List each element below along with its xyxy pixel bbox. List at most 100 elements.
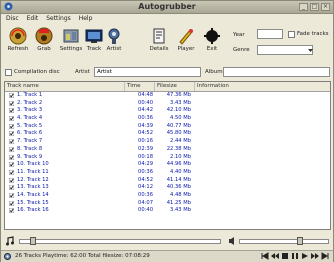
track-filesize: 41.14 Mb: [166, 176, 191, 183]
details-button[interactable]: Details: [146, 26, 172, 53]
track-name: 3. Track 3: [17, 107, 43, 114]
track-row[interactable]: 2. Track 2 00:40 3.43 Mb: [5, 100, 330, 108]
track-name: 5. Track 5: [17, 122, 43, 129]
track-rows: 1. Track 1 04:48 47.36 Mb 2. Track 2 00:40 3.…: [5, 92, 330, 215]
track-filesize: 40.36 Mb: [166, 184, 191, 191]
volume-slider[interactable]: [239, 237, 329, 245]
track-time: 00:36: [138, 115, 153, 122]
previous-icon[interactable]: [261, 252, 269, 260]
track-row[interactable]: 10. Track 10 04:29 44.96 Mb: [5, 161, 330, 169]
track-name: 10. Track 10: [17, 161, 49, 168]
track-row[interactable]: 3. Track 3 04:42 42.10 Mb: [5, 107, 330, 115]
title-bar[interactable]: Autogrubber _ □ ×: [1, 1, 333, 14]
track-filesize: 3.43 Mb: [170, 99, 191, 106]
track-time: 04:52: [138, 176, 153, 183]
checkmark-icon[interactable]: [9, 200, 14, 206]
rewind-icon[interactable]: [271, 252, 279, 260]
speaker-icon[interactable]: [228, 236, 236, 246]
position-slider-thumb[interactable]: [29, 237, 36, 245]
pause-icon[interactable]: [291, 252, 299, 260]
artist-button[interactable]: Artist: [101, 26, 127, 53]
checkmark-icon[interactable]: [9, 131, 14, 137]
artist-label: Artist: [75, 69, 90, 75]
maximize-button[interactable]: □: [310, 3, 319, 11]
checkmark-icon[interactable]: [9, 100, 14, 106]
track-filesize: 44.96 Mb: [166, 161, 191, 168]
player-button[interactable]: Player: [173, 26, 199, 53]
fast-forward-icon[interactable]: [311, 252, 319, 260]
next-icon[interactable]: [321, 252, 329, 260]
column-track-name[interactable]: Track name: [5, 82, 125, 91]
checkmark-icon[interactable]: [9, 139, 14, 145]
checkmark-icon[interactable]: [9, 177, 14, 183]
track-time: 04:48: [138, 92, 153, 98]
track-name: 15. Track 15: [17, 199, 49, 206]
artist-field[interactable]: Artist: [94, 67, 201, 77]
track-row[interactable]: 13. Track 13 04:12 40.36 Mb: [5, 184, 330, 192]
track-row[interactable]: 7. Track 7 00:16 2.44 Mb: [5, 138, 330, 146]
year-field[interactable]: [257, 29, 283, 39]
column-information[interactable]: Information: [195, 82, 330, 91]
checkmark-icon[interactable]: [9, 169, 14, 175]
position-slider[interactable]: [19, 237, 221, 245]
menu-settings[interactable]: Settings: [43, 14, 74, 24]
checkmark-icon[interactable]: [9, 116, 14, 122]
track-time: 04:29: [138, 161, 153, 168]
minimize-button[interactable]: _: [299, 3, 308, 11]
track-name: 4. Track 4: [17, 115, 43, 122]
menu-help[interactable]: Help: [76, 14, 96, 24]
album-field[interactable]: [223, 67, 330, 77]
genre-select[interactable]: [257, 45, 313, 55]
compilation-disc-checkbox[interactable]: [5, 69, 12, 76]
play-icon[interactable]: [301, 252, 309, 260]
track-name: 13. Track 13: [17, 184, 49, 191]
track-row[interactable]: 6. Track 6 04:52 45.80 Mb: [5, 130, 330, 138]
track-row[interactable]: 9. Track 9 00:18 2.10 Mb: [5, 154, 330, 162]
track-filesize: 4.50 Mb: [170, 115, 191, 122]
track-time: 04:52: [138, 130, 153, 137]
transport-controls: [261, 252, 329, 260]
track-row[interactable]: 11. Track 11 00:36 4.40 Mb: [5, 169, 330, 177]
close-button[interactable]: ×: [321, 3, 330, 11]
track-row[interactable]: 15. Track 15 04:07 41.25 Mb: [5, 200, 330, 208]
player-icon: [179, 29, 193, 45]
track-row[interactable]: 14. Track 14 00:36 4.48 Mb: [5, 192, 330, 200]
genre-label: Genre: [233, 47, 250, 53]
track-filesize: 47.36 Mb: [166, 92, 191, 98]
checkmark-icon[interactable]: [9, 208, 14, 214]
menu-disc[interactable]: Disc: [3, 14, 22, 24]
volume-slider-thumb[interactable]: [297, 237, 304, 245]
column-time[interactable]: Time: [125, 82, 155, 91]
checkmark-icon[interactable]: [9, 185, 14, 191]
checkmark-icon[interactable]: [9, 108, 14, 114]
track-name: 1. Track 1: [17, 92, 43, 98]
track-row[interactable]: 1. Track 1 04:48 47.36 Mb: [5, 92, 330, 100]
stop-icon[interactable]: [281, 252, 289, 260]
status-bar: 26 Tracks Playtime: 62:00 Total filesize…: [1, 250, 333, 262]
track-filesize: 40.77 Mb: [166, 122, 191, 129]
menu-bar: Disc Edit Settings Help: [1, 14, 333, 24]
track-row[interactable]: 4. Track 4 00:36 4.50 Mb: [5, 115, 330, 123]
refresh-button[interactable]: Refresh: [5, 26, 31, 53]
track-list-header: Track name Time Filesize Information: [5, 82, 330, 92]
checkmark-icon[interactable]: [9, 154, 14, 160]
grab-button[interactable]: Grab: [31, 26, 57, 53]
checkmark-icon[interactable]: [9, 93, 14, 98]
exit-icon: [204, 28, 220, 44]
checkmark-icon[interactable]: [9, 162, 14, 168]
track-row[interactable]: 8. Track 8 02:39 22.38 Mb: [5, 146, 330, 154]
checkmark-icon[interactable]: [9, 123, 14, 129]
checkmark-icon[interactable]: [9, 146, 14, 152]
track-row[interactable]: 16. Track 16 00:40 3.43 Mb: [5, 207, 330, 215]
track-list[interactable]: Track name Time Filesize Information 1. …: [4, 81, 331, 230]
track-name: 9. Track 9: [17, 153, 43, 160]
disc-icon: [4, 253, 11, 260]
app-window: Autogrubber _ □ × Disc Edit Settings Hel…: [0, 0, 334, 262]
track-row[interactable]: 12. Track 12 04:52 41.14 Mb: [5, 177, 330, 185]
column-filesize[interactable]: Filesize: [155, 82, 195, 91]
exit-button[interactable]: Exit: [199, 26, 225, 53]
checkmark-icon[interactable]: [9, 192, 14, 198]
fade-tracks-checkbox[interactable]: [288, 31, 295, 38]
track-row[interactable]: 5. Track 5 04:39 40.77 Mb: [5, 123, 330, 131]
menu-edit[interactable]: Edit: [24, 14, 42, 24]
